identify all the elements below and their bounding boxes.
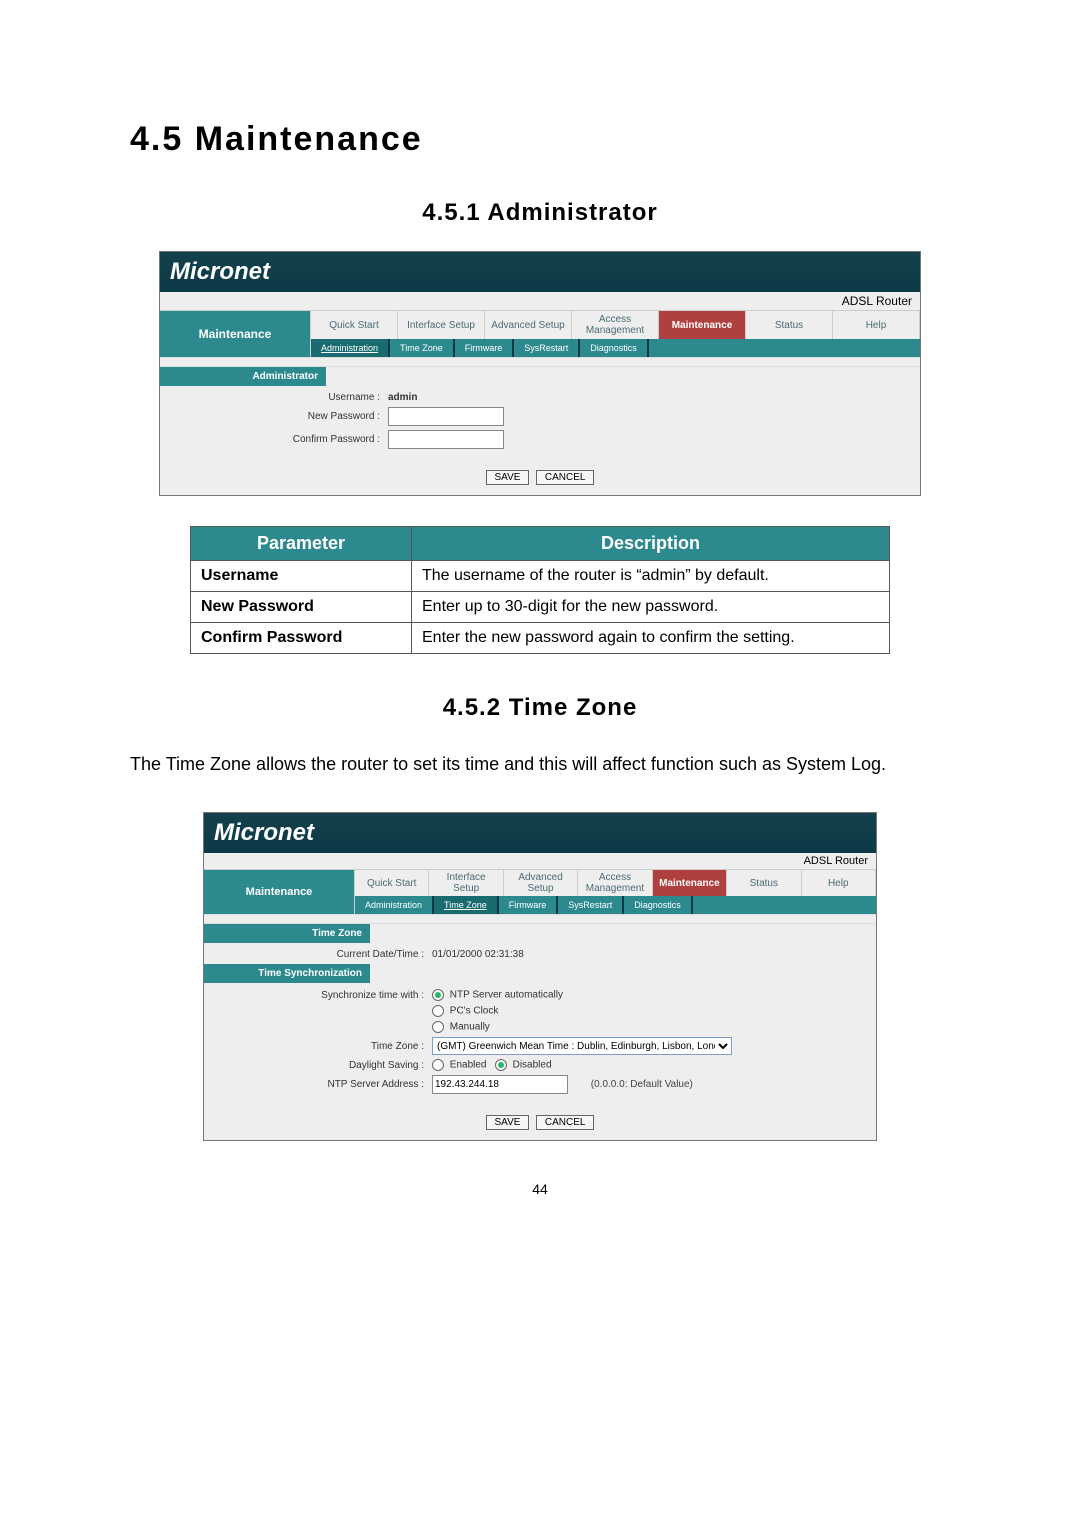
cancel-button[interactable]: CANCEL — [536, 470, 595, 485]
heading-2-tz: 4.5.2 Time Zone — [130, 694, 950, 722]
subtab-diagnostics[interactable]: Diagnostics — [580, 339, 649, 357]
tab2-advanced-setup[interactable]: Advanced Setup — [504, 870, 578, 896]
subtab-firmware[interactable]: Firmware — [455, 339, 515, 357]
col-parameter: Parameter — [191, 527, 412, 561]
radio-ntp-auto[interactable] — [432, 989, 444, 1001]
row-username-desc: The username of the router is “admin” by… — [412, 561, 890, 592]
tab2-status[interactable]: Status — [727, 870, 801, 896]
label-sync-with: Synchronize time with : — [214, 990, 432, 1001]
device-title: ADSL Router — [842, 294, 912, 308]
row-confirm-param: Confirm Password — [191, 623, 412, 654]
brand-logo: Micronet — [170, 258, 270, 286]
section-time-zone: Time Zone — [204, 924, 370, 943]
tab-maintenance[interactable]: Maintenance — [659, 311, 746, 339]
tz-intro-text: The Time Zone allows the router to set i… — [130, 746, 950, 782]
save-button[interactable]: SAVE — [486, 470, 530, 485]
row-newpass-desc: Enter up to 30-digit for the new passwor… — [412, 592, 890, 623]
tab-advanced-setup[interactable]: Advanced Setup — [485, 311, 572, 339]
device-title-2: ADSL Router — [804, 855, 868, 867]
radio-pcs-clock[interactable] — [432, 1005, 444, 1017]
tab-interface-setup[interactable]: Interface Setup — [398, 311, 485, 339]
section-administrator: Administrator — [160, 367, 326, 386]
left-section-label-2: Maintenance — [204, 870, 355, 914]
value-current-datetime: 01/01/2000 02:31:38 — [432, 949, 866, 960]
subtab2-diagnostics[interactable]: Diagnostics — [624, 896, 693, 914]
cancel-button-tz[interactable]: CANCEL — [536, 1115, 595, 1130]
label-ntp-server: NTP Server Address : — [214, 1079, 432, 1090]
row-username-param: Username — [191, 561, 412, 592]
left-section-label: Maintenance — [160, 311, 311, 357]
label-username: Username : — [170, 392, 388, 403]
tab2-quick-start[interactable]: Quick Start — [355, 870, 429, 896]
screenshot-timezone: Micronet ADSL Router Maintenance Quick S… — [203, 812, 877, 1141]
tab2-interface-setup[interactable]: Interface Setup — [429, 870, 503, 896]
opt-ds-disabled: Disabled — [513, 1060, 552, 1071]
row-confirm-desc: Enter the new password again to confirm … — [412, 623, 890, 654]
radio-ds-enabled[interactable] — [432, 1059, 444, 1071]
input-new-password[interactable] — [388, 407, 504, 426]
col-description: Description — [412, 527, 890, 561]
radio-manually[interactable] — [432, 1021, 444, 1033]
subtab2-firmware[interactable]: Firmware — [499, 896, 559, 914]
tab-quick-start[interactable]: Quick Start — [311, 311, 398, 339]
label-new-password: New Password : — [170, 411, 388, 422]
heading-1: 4.5 Maintenance — [130, 120, 950, 159]
label-time-zone: Time Zone : — [214, 1041, 432, 1052]
tab2-help[interactable]: Help — [802, 870, 876, 896]
input-ntp-server[interactable] — [432, 1075, 568, 1094]
tab-help[interactable]: Help — [833, 311, 920, 339]
radio-ds-disabled[interactable] — [495, 1059, 507, 1071]
tab-status[interactable]: Status — [746, 311, 833, 339]
subtab2-administration[interactable]: Administration — [355, 896, 434, 914]
opt-ntp-auto: NTP Server automatically — [450, 990, 563, 1001]
tab2-access-management[interactable]: Access Management — [578, 870, 652, 896]
label-daylight-saving: Daylight Saving : — [214, 1060, 432, 1071]
subtab2-time-zone[interactable]: Time Zone — [434, 896, 499, 914]
tab2-maintenance[interactable]: Maintenance — [653, 870, 727, 896]
parameter-table: Parameter Description Username The usern… — [190, 526, 890, 654]
page-number: 44 — [130, 1181, 950, 1197]
opt-ds-enabled: Enabled — [450, 1060, 487, 1071]
screenshot-admin: Micronet ADSL Router Maintenance Quick S… — [159, 251, 921, 496]
subtab-time-zone[interactable]: Time Zone — [390, 339, 455, 357]
tab-access-management[interactable]: Access Management — [572, 311, 659, 339]
subtab-administration[interactable]: Administration — [311, 339, 390, 357]
select-time-zone[interactable]: (GMT) Greenwich Mean Time : Dublin, Edin… — [432, 1037, 732, 1055]
note-ntp-default: (0.0.0.0: Default Value) — [591, 1079, 693, 1090]
input-confirm-password[interactable] — [388, 430, 504, 449]
subtab-sysrestart[interactable]: SysRestart — [514, 339, 580, 357]
heading-2-admin: 4.5.1 Administrator — [130, 199, 950, 227]
label-confirm-password: Confirm Password : — [170, 434, 388, 445]
row-newpass-param: New Password — [191, 592, 412, 623]
save-button-tz[interactable]: SAVE — [486, 1115, 530, 1130]
value-username: admin — [388, 392, 417, 403]
subtab2-sysrestart[interactable]: SysRestart — [558, 896, 624, 914]
opt-manually: Manually — [450, 1022, 490, 1033]
section-time-sync: Time Synchronization — [204, 964, 370, 983]
label-current-datetime: Current Date/Time : — [214, 949, 432, 960]
brand-logo-2: Micronet — [214, 819, 314, 847]
opt-pcs-clock: PC's Clock — [450, 1006, 499, 1017]
